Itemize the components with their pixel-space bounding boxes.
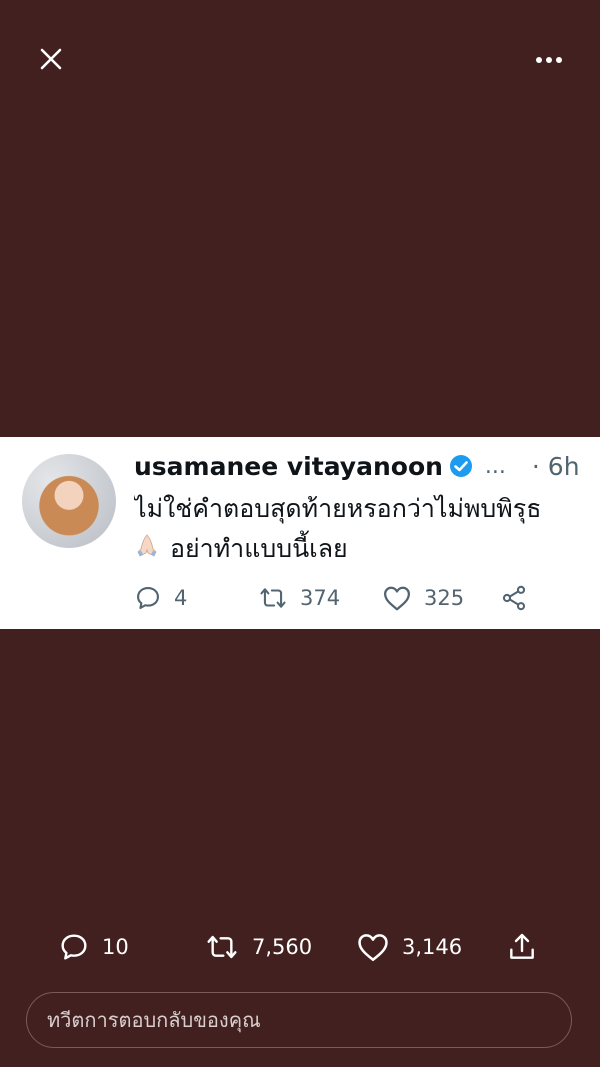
heart-icon [384,586,410,611]
embedded-like-count: 325 [424,586,465,610]
like-button[interactable]: 3,146 [356,931,506,963]
embedded-retweet-action: 374 [258,584,382,612]
heart-icon [358,934,388,962]
folded-hands-emoji-icon [134,530,160,570]
tweet-text-line-2-text: อย่าทำแบบนี้เลย [170,534,348,563]
verified-badge-icon [449,454,473,478]
embedded-tweet-image[interactable]: usamanee vitayanoon ... · 6h ไม่ใช่คำตอบ… [0,437,600,629]
reply-placeholder: ทวีตการตอบกลับของคุณ [47,1008,261,1032]
close-button[interactable] [36,44,66,74]
close-icon [40,48,62,70]
retweet-icon [260,588,286,608]
avatar [22,454,116,548]
embedded-retweet-count: 374 [300,586,341,610]
tweet-text-line-1: ไม่ใช่คำตอบสุดท้ายหรอกว่าไม่พบพิรุธ [134,494,542,523]
tweet-timestamp: · 6h [531,451,580,481]
embedded-like-action: 325 [382,584,500,612]
tweet-text: ไม่ใช่คำตอบสุดท้ายหรอกว่าไม่พบพิรุธ อย่า… [134,489,600,570]
reply-button[interactable]: 10 [58,931,204,963]
reply-icon [137,587,159,609]
more-horizontal-icon [536,57,562,63]
truncation-ellipsis: ... [484,453,506,479]
reply-icon [61,934,87,960]
tweet-header: usamanee vitayanoon ... · 6h [134,447,580,485]
embedded-tweet-actions: 4 374 325 [134,581,528,615]
retweet-button[interactable]: 7,560 [204,931,356,963]
retweet-icon [207,935,237,959]
retweet-count: 7,560 [252,935,313,959]
embedded-share-action [500,584,528,612]
tweet-text-line-2: อย่าทำแบบนี้เลย [134,529,600,570]
like-count: 3,146 [402,935,463,959]
share-icon [502,585,526,611]
upload-share-icon [510,933,534,959]
embedded-reply-count: 4 [174,586,188,610]
reply-input[interactable]: ทวีตการตอบกลับของคุณ [26,992,572,1048]
share-button[interactable] [506,931,538,963]
embedded-reply-action: 4 [134,584,258,612]
post-actions-bar: 10 7,560 3,146 [58,928,538,966]
reply-count: 10 [102,935,129,959]
display-name: usamanee vitayanoon [134,451,443,481]
more-options-button[interactable] [532,48,566,72]
